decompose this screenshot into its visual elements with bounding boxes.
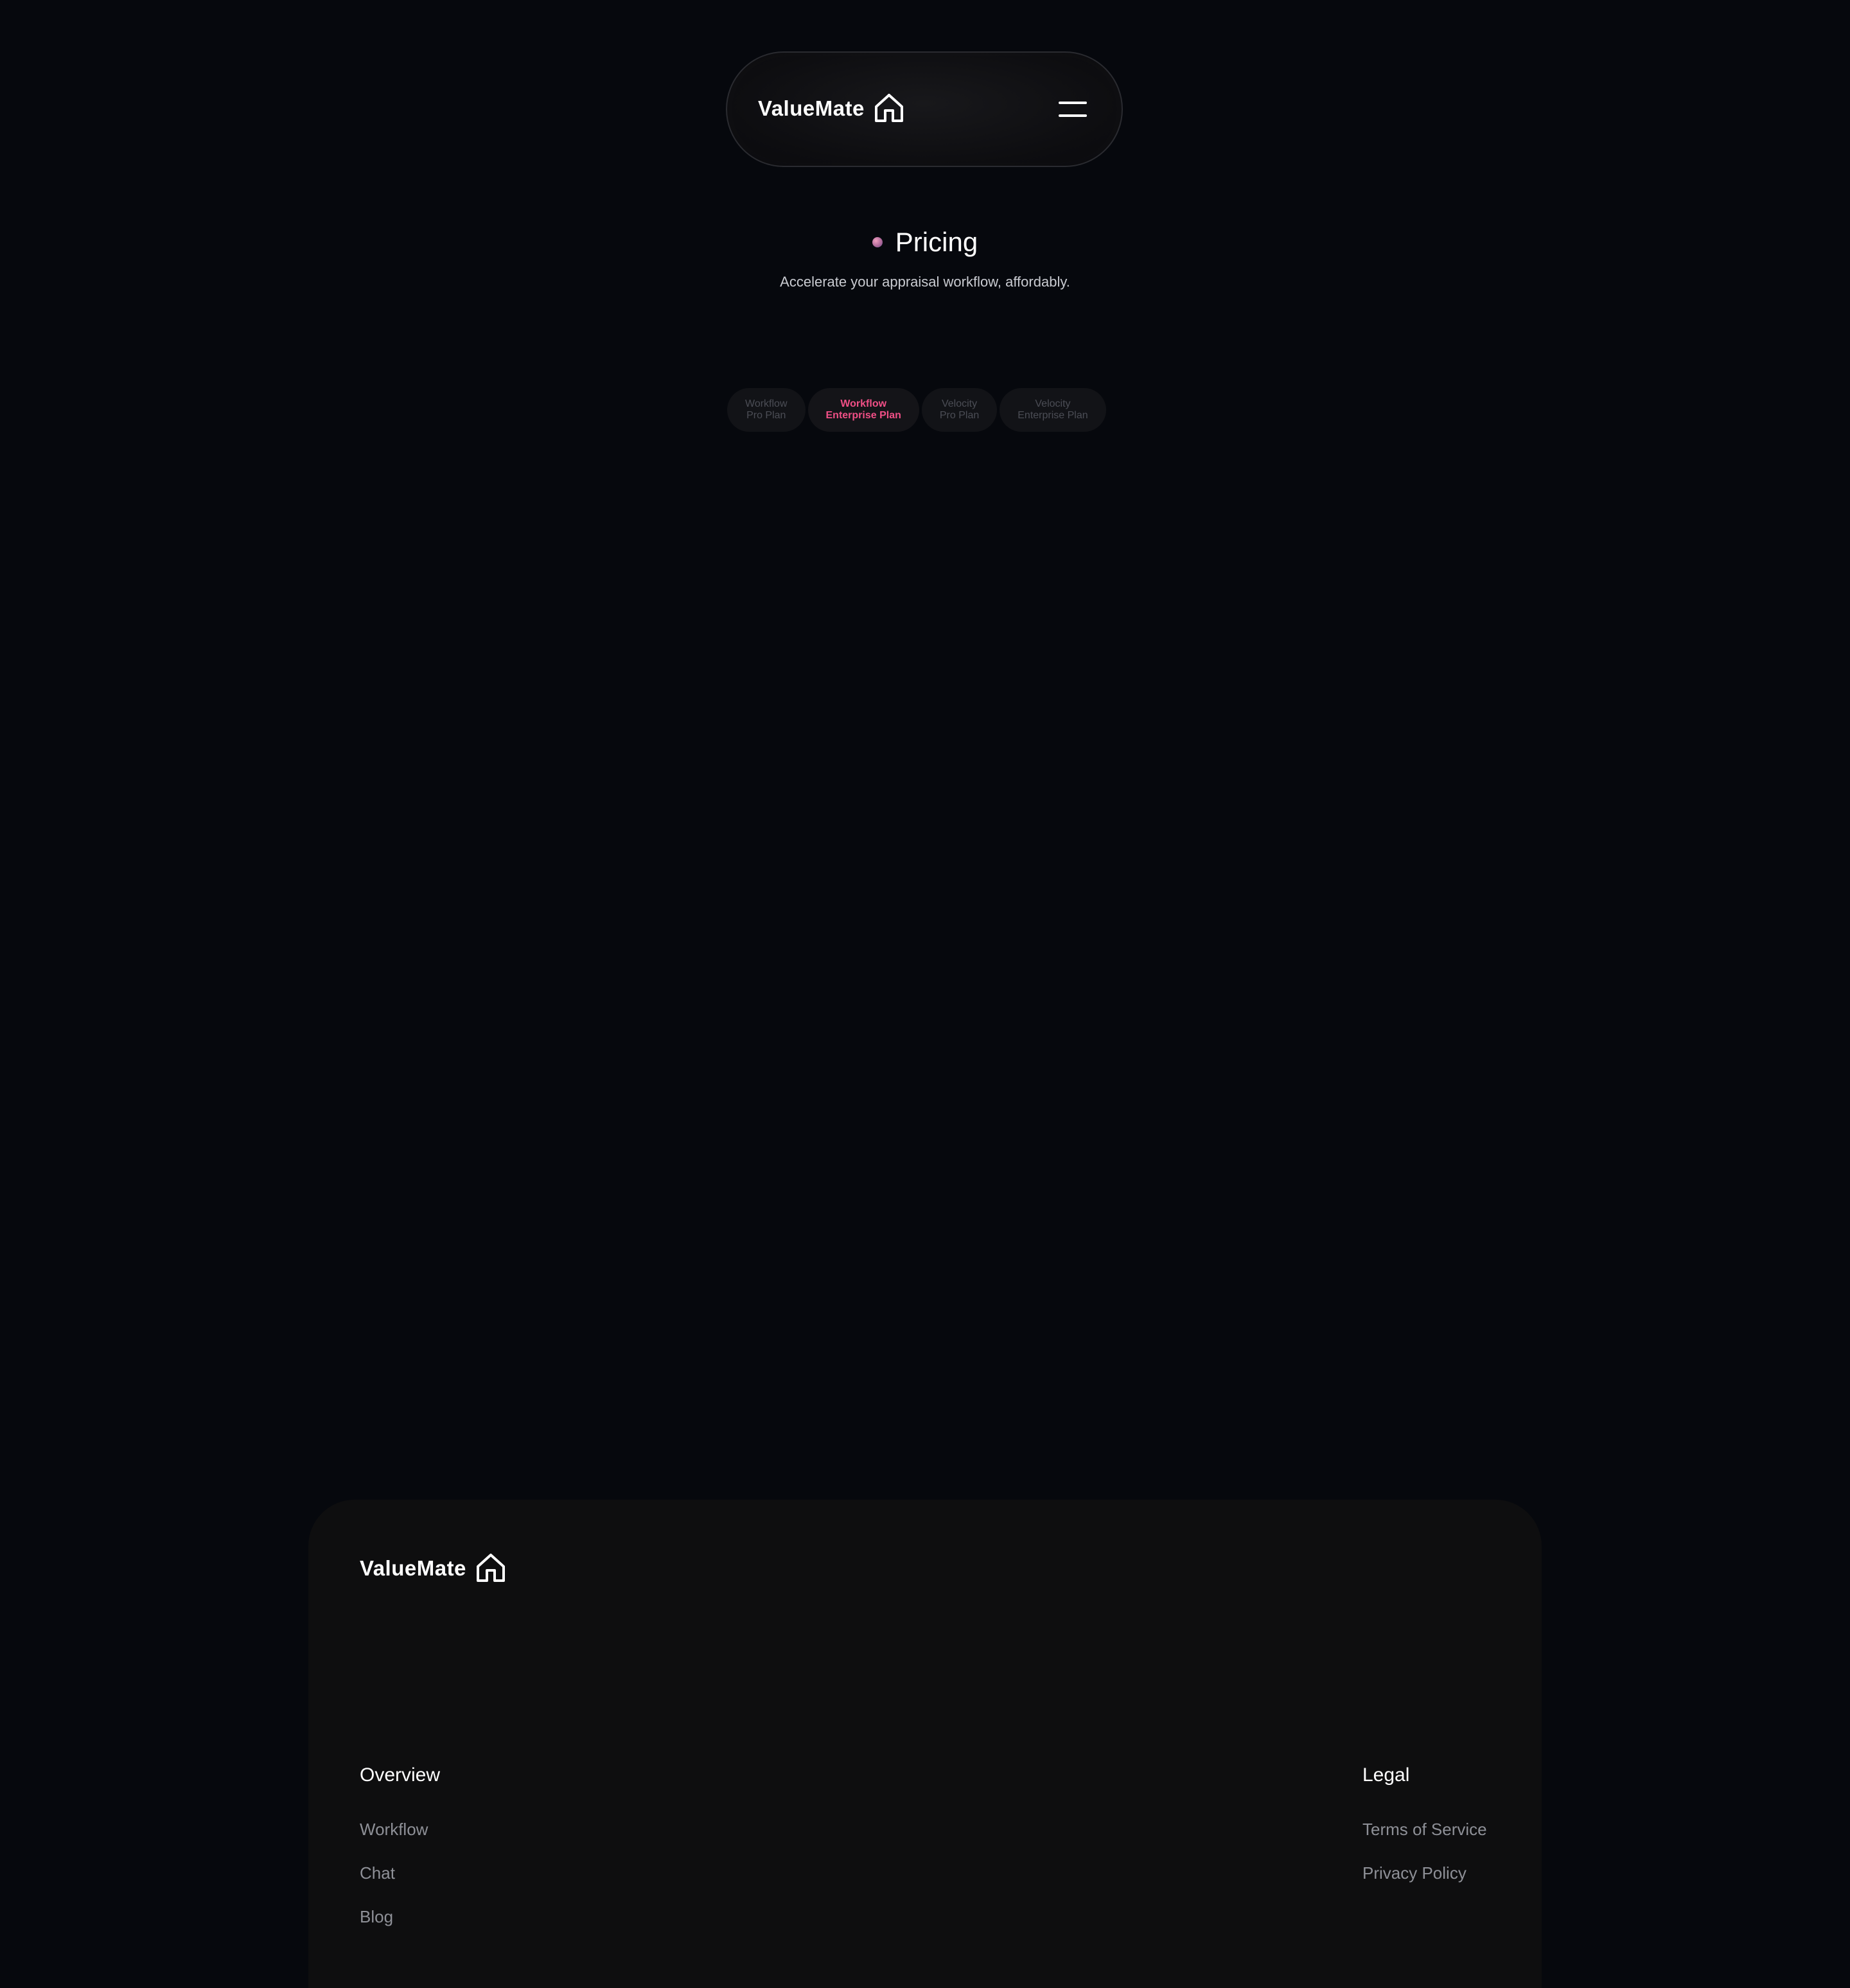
footer-link-terms-of-service[interactable]: Terms of Service <box>1362 1821 1487 1838</box>
footer-brand[interactable]: ValueMate <box>360 1551 507 1584</box>
tab-label-line1: Workflow <box>745 398 788 409</box>
menu-line <box>1059 114 1087 117</box>
tab-label-line2: Pro Plan <box>939 410 980 421</box>
hamburger-menu-icon[interactable] <box>1059 98 1087 123</box>
tab-label-line1: Velocity <box>1035 398 1071 409</box>
page-title: Pricing <box>895 227 978 257</box>
footer-heading-overview: Overview <box>360 1764 441 1786</box>
brand-name: ValueMate <box>758 96 865 120</box>
page-subtitle: Accelerate your appraisal workflow, affo… <box>780 274 1070 290</box>
tab-label-line2: Enterprise Plan <box>825 410 901 421</box>
tab-label-line1: Workflow <box>840 398 887 409</box>
footer-link-privacy-policy[interactable]: Privacy Policy <box>1362 1865 1487 1881</box>
tab-velocity-pro-plan[interactable]: Velocity Pro Plan <box>921 388 998 432</box>
footer-heading-legal: Legal <box>1362 1764 1410 1786</box>
tab-label-line2: Pro Plan <box>746 410 786 421</box>
plan-tabs: Workflow Pro Plan Workflow Enterprise Pl… <box>727 388 1106 432</box>
tab-velocity-enterprise-plan[interactable]: Velocity Enterprise Plan <box>1000 388 1106 432</box>
tab-workflow-pro-plan[interactable]: Workflow Pro Plan <box>727 388 806 432</box>
house-icon <box>874 94 903 122</box>
footer-column-overview: Overview Workflow Chat Blog <box>360 1766 440 1952</box>
brand-name: ValueMate <box>360 1556 466 1580</box>
nav-brand[interactable]: ValueMate <box>758 91 906 125</box>
footer-link-blog[interactable]: Blog <box>360 1908 440 1925</box>
house-icon <box>476 1554 505 1582</box>
tab-label-line2: Enterprise Plan <box>1018 410 1088 421</box>
status-dot-icon <box>872 237 883 247</box>
menu-line <box>1059 102 1087 104</box>
footer-column-legal: Legal Terms of Service Privacy Policy <box>1362 1766 1487 1908</box>
footer-link-workflow[interactable]: Workflow <box>360 1821 440 1838</box>
footer-link-chat[interactable]: Chat <box>360 1865 440 1881</box>
tab-workflow-enterprise-plan[interactable]: Workflow Enterprise Plan <box>807 388 919 432</box>
pricing-heading: Pricing <box>0 229 1850 256</box>
top-nav: ValueMate <box>726 51 1123 167</box>
tab-label-line1: Velocity <box>941 398 978 409</box>
footer: ValueMate Overview Workflow Chat Blog Le… <box>308 1500 1542 1988</box>
